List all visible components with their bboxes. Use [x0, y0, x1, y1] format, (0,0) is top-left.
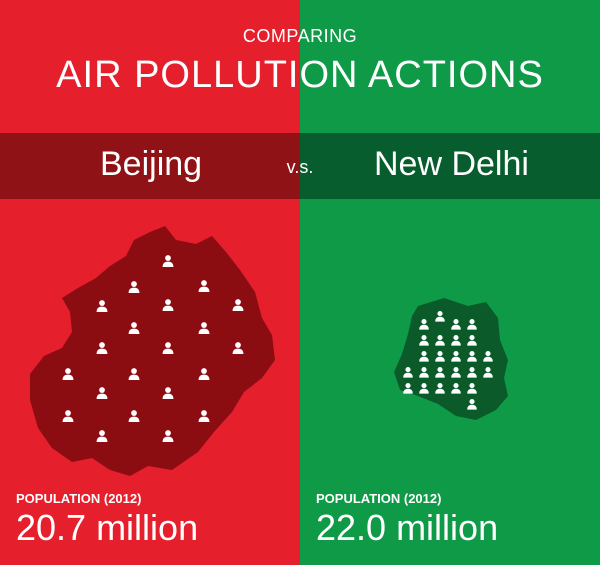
new-delhi-population-value: 22.0 million — [316, 507, 499, 548]
new-delhi-map — [394, 298, 508, 420]
new-delhi-population-label: POPULATION (2012) — [316, 491, 442, 506]
beijing-population-value: 20.7 million — [16, 507, 199, 548]
beijing-population-label: POPULATION (2012) — [16, 491, 142, 506]
